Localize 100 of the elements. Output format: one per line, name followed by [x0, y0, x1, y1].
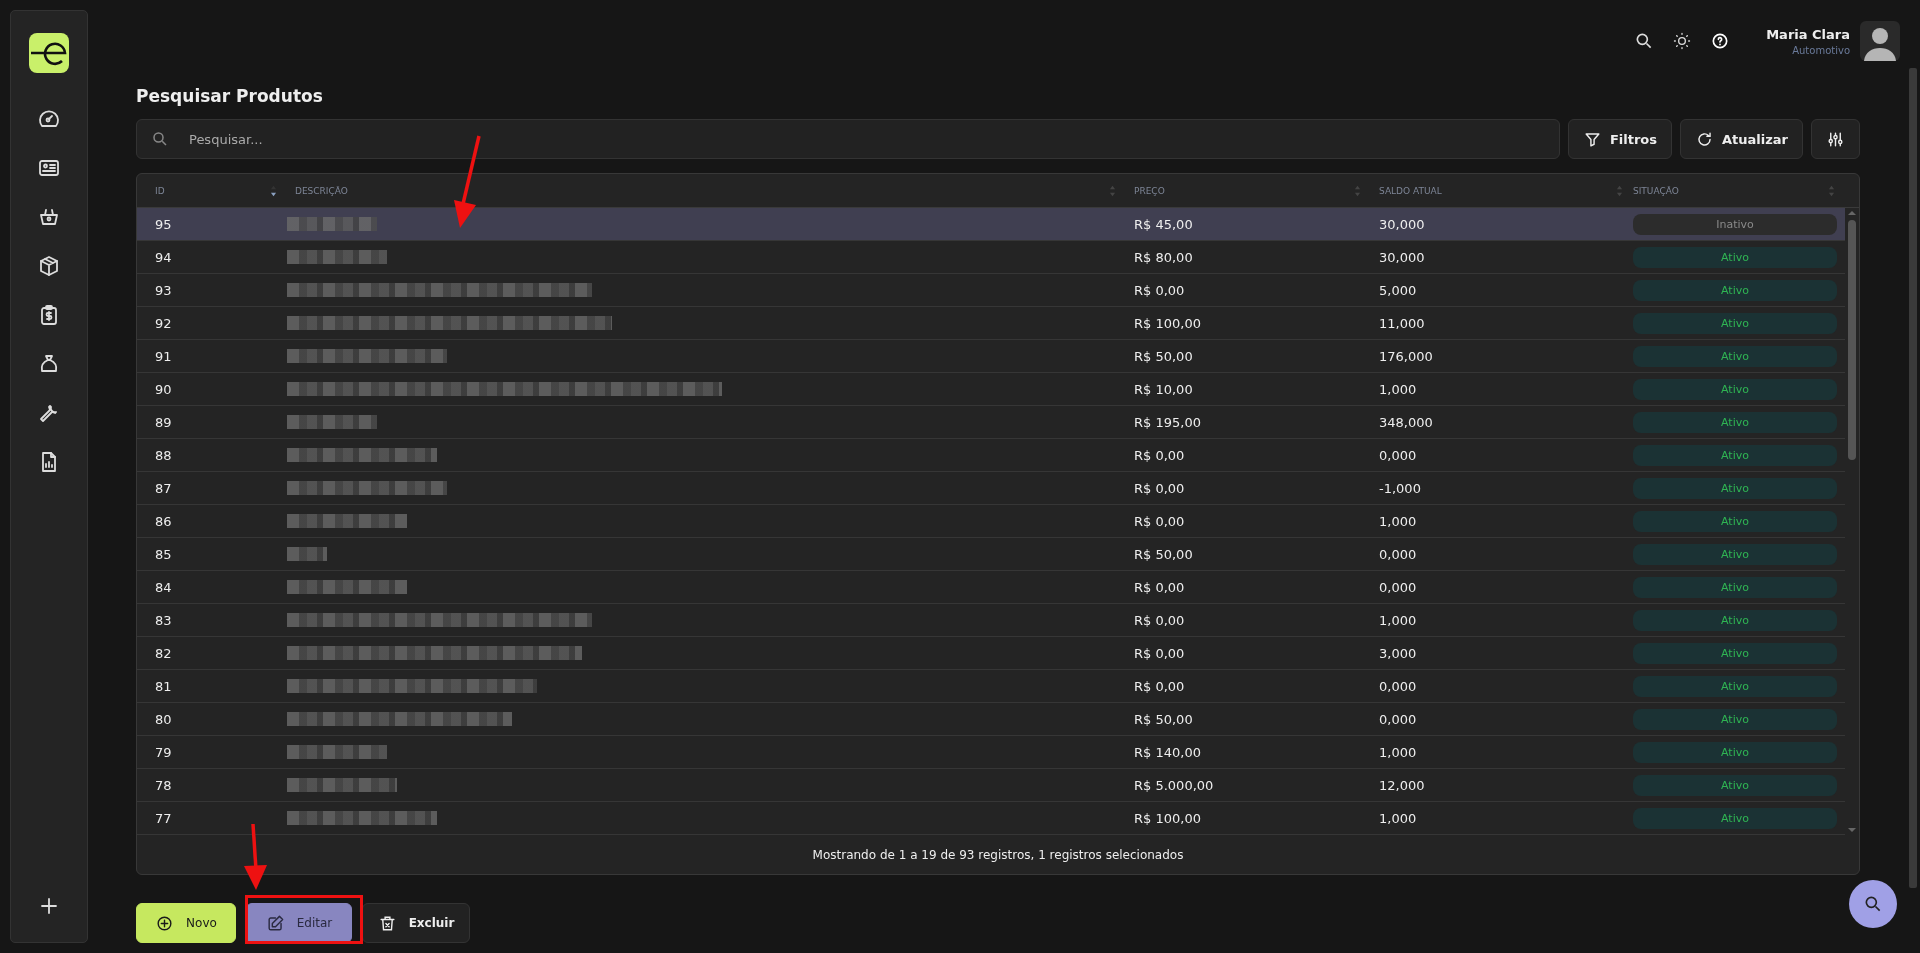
- table-row[interactable]: 91 R$ 50,00 176,000 Ativo: [137, 340, 1845, 373]
- box-icon[interactable]: [37, 254, 61, 278]
- company-name: Automotivo: [1792, 44, 1850, 56]
- table-row[interactable]: 80 R$ 50,00 0,000 Ativo: [137, 703, 1845, 736]
- id-cell-text: 94: [154, 249, 173, 265]
- table-row[interactable]: 95 R$ 45,00 30,000 Inativo: [137, 208, 1845, 241]
- table-row[interactable]: 94 R$ 80,00 30,000 Ativo: [137, 241, 1845, 274]
- refresh-button[interactable]: Atualizar: [1680, 119, 1803, 159]
- plus-circle-icon: [155, 913, 175, 933]
- id-cell-text: 81: [154, 678, 173, 694]
- price-cell-text: R$ 0,00: [1133, 612, 1186, 628]
- price-cell-text: R$ 5.000,00: [1133, 777, 1215, 793]
- search-button[interactable]: [1849, 880, 1897, 928]
- page-title: Pesquisar Produtos: [136, 86, 324, 106]
- balance-cell-text: 0,000: [1378, 579, 1418, 595]
- table-row[interactable]: 86 R$ 0,00 1,000 Ativo: [137, 505, 1845, 538]
- table-row[interactable]: 90 R$ 10,00 1,000 Ativo: [137, 373, 1845, 406]
- table-row[interactable]: 83 R$ 0,00 1,000 Ativo: [137, 604, 1845, 637]
- balance-cell-text: 5,000: [1378, 282, 1418, 298]
- logo-icon[interactable]: [29, 33, 69, 73]
- column-header[interactable]: SITUAÇÃO: [1633, 185, 1679, 196]
- price-cell-text: R$ 50,00: [1133, 546, 1194, 562]
- status-tag: Ativo: [1633, 675, 1837, 697]
- table-row[interactable]: 78 R$ 5.000,00 12,000 Ativo: [137, 769, 1845, 802]
- search-input[interactable]: Pesquisar...: [187, 130, 1545, 148]
- column-header[interactable]: PREÇO: [1134, 185, 1165, 196]
- price-cell-text: R$ 80,00: [1133, 249, 1194, 265]
- price-cell-text: R$ 10,00: [1133, 381, 1194, 397]
- price-cell-text: R$ 0,00: [1133, 678, 1186, 694]
- status-tag: Ativo: [1633, 510, 1837, 532]
- sort-icon[interactable]: [270, 184, 277, 197]
- balance-cell-text: 0,000: [1378, 711, 1418, 727]
- balance-cell-text: 1,000: [1378, 744, 1418, 760]
- search-icon: [151, 130, 169, 148]
- blurred-text: [287, 547, 327, 561]
- balance-cell-text: 3,000: [1378, 645, 1418, 661]
- balance-cell-text: 0,000: [1378, 678, 1418, 694]
- table-row[interactable]: 81 R$ 0,00 0,000 Ativo: [137, 670, 1845, 703]
- scroll-thumb[interactable]: [1848, 220, 1856, 460]
- page-scrollbar[interactable]: [1909, 68, 1917, 888]
- status-tag: Inativo: [1633, 213, 1837, 235]
- price-cell-text: R$ 0,00: [1133, 447, 1186, 463]
- table-row[interactable]: 82 R$ 0,00 3,000 Ativo: [137, 637, 1845, 670]
- id-cell-text: 93: [154, 282, 173, 298]
- table-row[interactable]: 93 R$ 0,00 5,000 Ativo: [137, 274, 1845, 307]
- column-header[interactable]: ID: [155, 185, 165, 196]
- balance-cell-text: -1,000: [1378, 480, 1422, 496]
- table-row[interactable]: 88 R$ 0,00 0,000 Ativo: [137, 439, 1845, 472]
- table-row[interactable]: 89 R$ 195,00 348,000 Ativo: [137, 406, 1845, 439]
- new-button[interactable]: Novo: [136, 903, 236, 943]
- table-row[interactable]: 77 R$ 100,00 1,000 Ativo: [137, 802, 1845, 835]
- table-row[interactable]: 84 R$ 0,00 0,000 Ativo: [137, 571, 1845, 604]
- table-row[interactable]: 79 R$ 140,00 1,000 Ativo: [137, 736, 1845, 769]
- user-name: Maria Clara: [1766, 26, 1850, 42]
- records-summary: Mostrando de 1 a 19 de 93 registros, 1 registros selecionados: [812, 847, 1184, 862]
- balance-cell-text: 0,000: [1378, 447, 1418, 463]
- price-cell-text: R$ 0,00: [1133, 513, 1186, 529]
- id-cell-text: 83: [154, 612, 173, 628]
- id-cell-text: 90: [154, 381, 173, 397]
- id-cell-text: 79: [154, 744, 173, 760]
- price-cell-text: R$ 0,00: [1133, 480, 1186, 496]
- scroll-down-icon[interactable]: [1847, 827, 1857, 833]
- id-cell-text: 82: [154, 645, 173, 661]
- balance-cell-text: 1,000: [1378, 513, 1418, 529]
- balance-cell-text: 1,000: [1378, 810, 1418, 826]
- balance-cell-text: 176,000: [1378, 348, 1434, 364]
- price-cell-text: R$ 195,00: [1133, 414, 1202, 430]
- scroll-up-icon[interactable]: [1847, 210, 1857, 216]
- status-tag: Ativo: [1633, 279, 1837, 301]
- price-cell-text: R$ 0,00: [1133, 645, 1186, 661]
- column-header[interactable]: DESCRIÇÃO: [295, 185, 348, 196]
- search-field[interactable]: Pesquisar...: [136, 119, 1560, 159]
- table-row[interactable]: 85 R$ 50,00 0,000 Ativo: [137, 538, 1845, 571]
- balance-cell-text: 30,000: [1378, 216, 1426, 232]
- id-cell-text: 77: [154, 810, 173, 826]
- table-row[interactable]: 92 R$ 100,00 11,000 Ativo: [137, 307, 1845, 340]
- avatar-icon[interactable]: [1860, 21, 1900, 61]
- balance-cell-text: 1,000: [1378, 612, 1418, 628]
- balance-cell-text: 11,000: [1378, 315, 1426, 331]
- price-cell-text: R$ 140,00: [1133, 744, 1202, 760]
- table-row[interactable]: 87 R$ 0,00 -1,000 Ativo: [137, 472, 1845, 505]
- balance-cell-text: 1,000: [1378, 381, 1418, 397]
- status-tag: Ativo: [1633, 576, 1837, 598]
- pencil-icon: [265, 913, 285, 933]
- scrollbar[interactable]: [1845, 208, 1859, 835]
- balance-cell-text: 30,000: [1378, 249, 1426, 265]
- status-tag: Ativo: [1633, 741, 1837, 763]
- id-cell-text: 95: [154, 216, 173, 232]
- sun-icon[interactable]: [1672, 31, 1693, 51]
- edit-button[interactable]: Editar: [246, 903, 352, 943]
- price-cell-text: R$ 100,00: [1133, 315, 1202, 331]
- status-tag: Ativo: [1633, 312, 1837, 334]
- status-tag: Ativo: [1633, 774, 1837, 796]
- column-settings-button[interactable]: [1811, 119, 1860, 159]
- delete-button[interactable]: Excluir: [362, 903, 470, 943]
- column-header[interactable]: SALDO ATUAL: [1379, 185, 1442, 196]
- price-cell-text: R$ 100,00: [1133, 810, 1202, 826]
- sliders-icon: [1826, 129, 1845, 149]
- filter-button[interactable]: Filtros: [1567, 119, 1673, 159]
- id-cell-text: 87: [154, 480, 173, 496]
